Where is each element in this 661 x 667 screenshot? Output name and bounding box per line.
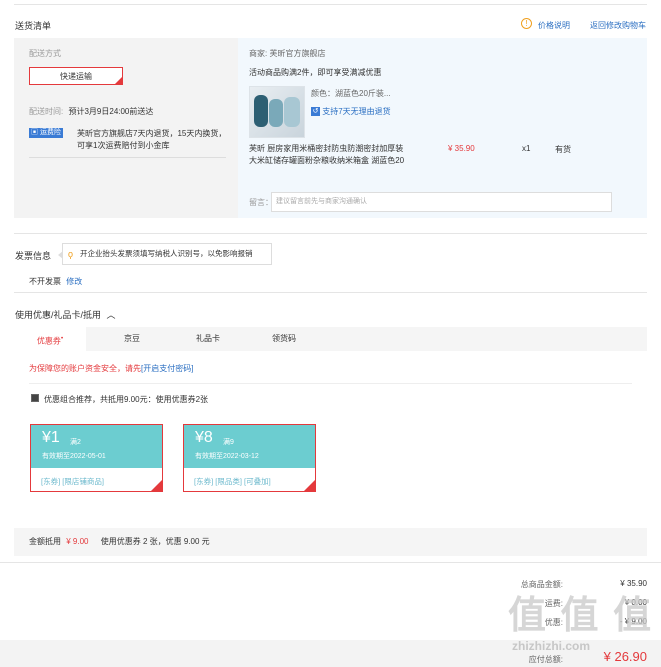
coupon-expiry: 有效期至2022-05-01 [42,453,106,460]
insurance-badge: ▣ 运费险 [29,127,63,138]
insurance-tag: ▣ 运费险 [29,128,63,138]
coupon-section-label: 使用优惠/礼品卡/抵用 [15,310,102,320]
invoice-status: 不开发票 [29,277,61,286]
tab-jingdou[interactable]: 京豆 [96,327,168,351]
tab-pickup-code[interactable]: 领货码 [248,327,320,351]
combo-recommend-text: 优惠组合推荐，共抵用9.00元：使用优惠券2张 [44,395,209,404]
promo-text: 活动商品购满2件，即可享受满减优惠 [249,68,382,77]
invoice-edit-link[interactable]: 修改 [66,277,82,286]
invoice-section-title: 发票信息 [15,251,52,261]
section-divider [0,562,661,563]
watermark: 值 值 值 zhizhizhi.com [508,584,658,664]
selected-corner-icon [151,480,162,491]
enable-pay-password-link[interactable]: [开启支付密码] [141,364,193,373]
coupon-divider [29,383,632,384]
red-dot-icon: • [60,335,64,342]
shield-icon: ▣ [31,129,38,136]
insurance-line-2: 可享1次运费赔付到小金库 [77,141,170,150]
discount-summary-detail: 使用优惠券 2 张，优惠 9.00 元 [100,537,210,546]
seller-name: 商家: 芙昕官方旗舰店 [249,49,326,58]
watermark-text: 值 值 值 [508,595,654,637]
combo-checkbox[interactable] [31,394,39,402]
return-policy-icon: ↺ [311,107,320,117]
insurance-tag-label: 运费险 [39,129,61,136]
selected-corner-icon [304,480,315,491]
price-note-link[interactable]: 价格说明 [538,20,570,31]
shipping-section-title: 送货清单 [15,21,52,31]
coupon-tags: [东券] [限店铺商品] [41,477,104,486]
section-divider [14,292,647,293]
selected-corner-icon [114,76,123,85]
product-image[interactable] [249,86,305,138]
tab-coupon-label: 优惠券 [36,336,61,346]
discount-summary-amount: ¥ 9.00 [66,537,89,546]
coupon-card-top: ¥1 满2 有效期至2022-05-01 [31,425,162,468]
coupon-card-top: ¥8 满9 有效期至2022-03-12 [184,425,315,468]
delivery-time-label: 配送时间: [29,107,64,116]
coupon-tags: [东券] [限品类] [可叠加] [194,477,271,486]
product-name-line-2[interactable]: 大米缸储存罐面粉杂粮收纳米箱盒 湖蓝色20 [249,155,404,167]
express-shipping-button[interactable]: 快递运输 [29,67,123,85]
section-divider [14,233,647,234]
coupon-tabs: 优惠券• 京豆 礼品卡 领货码 [14,327,647,351]
coupon-card[interactable]: ¥1 满2 有效期至2022-05-01 [东券] [限店铺商品] [30,424,163,492]
invoice-tooltip: ϙ 开企业抬头发票须填写纳税人识别号，以免影响报销 [58,243,272,265]
coupon-card[interactable]: ¥8 满9 有效期至2022-03-12 [东券] [限品类] [可叠加] [183,424,316,492]
coupon-amount: ¥1 [42,429,60,446]
insurance-line-1: 芙昕官方旗舰店7天内退货，15天内换货， [77,129,227,138]
message-input[interactable]: 建议留言前先与商家沟通确认 [271,192,612,212]
coupon-condition: 满9 [223,439,234,446]
product-quantity: x1 [522,144,531,153]
coupon-condition: 满2 [70,439,81,446]
invoice-tip-text: 开企业抬头发票须填写纳税人识别号，以免影响报销 [80,249,253,258]
express-shipping-label: 快递运输 [60,72,92,81]
watermark-url: zhizhizhi.com [512,639,590,653]
message-label: 留言： [249,198,273,207]
back-to-cart-link[interactable]: 返回修改购物车 [590,20,646,31]
discount-summary-label: 金额抵用 [29,537,61,546]
coupon-expiry: 有效期至2022-03-12 [195,453,259,460]
product-color: 颜色：湖蓝色20斤装... [311,89,391,98]
top-divider [14,4,647,5]
return-policy-link[interactable]: 支持7天无理由退货 [322,107,390,116]
security-warning: 为保障您的账户资金安全，请先 [29,364,141,373]
coupon-amount: ¥8 [195,429,213,446]
delivery-method-label: 配送方式 [29,49,61,58]
tab-coupon[interactable]: 优惠券• [14,327,86,351]
product-name-line-1[interactable]: 芙昕 厨房家用米桶密封防虫防潮密封加厚装 [249,143,404,155]
stock-status: 有货 [555,145,571,154]
delivery-time-value: 预计3月9日24:00前送达 [68,107,154,116]
coupon-section-title[interactable]: 使用优惠/礼品卡/抵用 ︿ [15,308,116,321]
chevron-up-icon: ︿ [106,310,116,320]
lightbulb-icon: ϙ [68,249,74,259]
product-price: ¥ 35.90 [448,144,475,153]
info-circle-icon: ! [521,18,532,29]
tab-gift-card[interactable]: 礼品卡 [172,327,244,351]
shipping-divider [29,157,226,158]
